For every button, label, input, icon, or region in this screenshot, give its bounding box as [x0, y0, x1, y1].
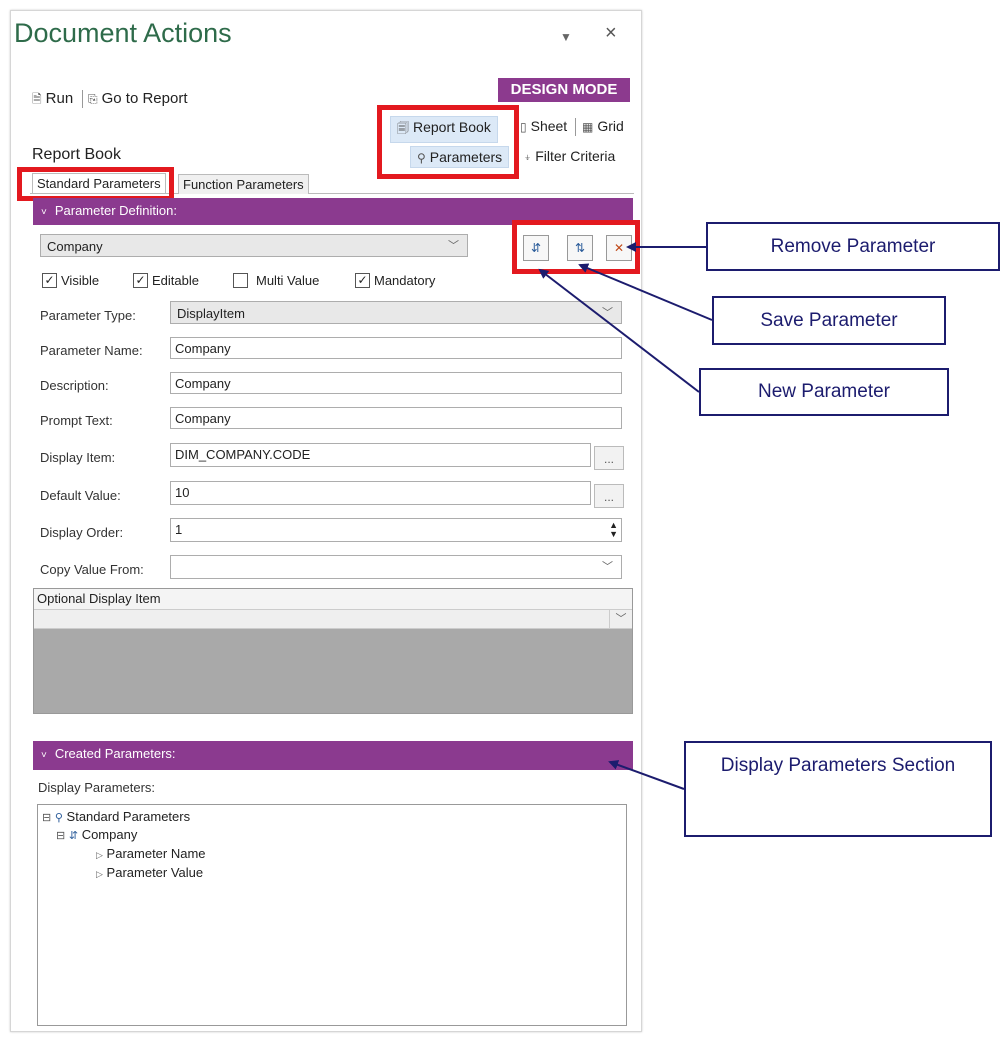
callout-arrows	[538, 242, 713, 790]
arrow-display-parameters-section	[608, 760, 685, 790]
arrow-save-parameter	[578, 263, 713, 321]
arrow-new-parameter	[538, 268, 700, 393]
